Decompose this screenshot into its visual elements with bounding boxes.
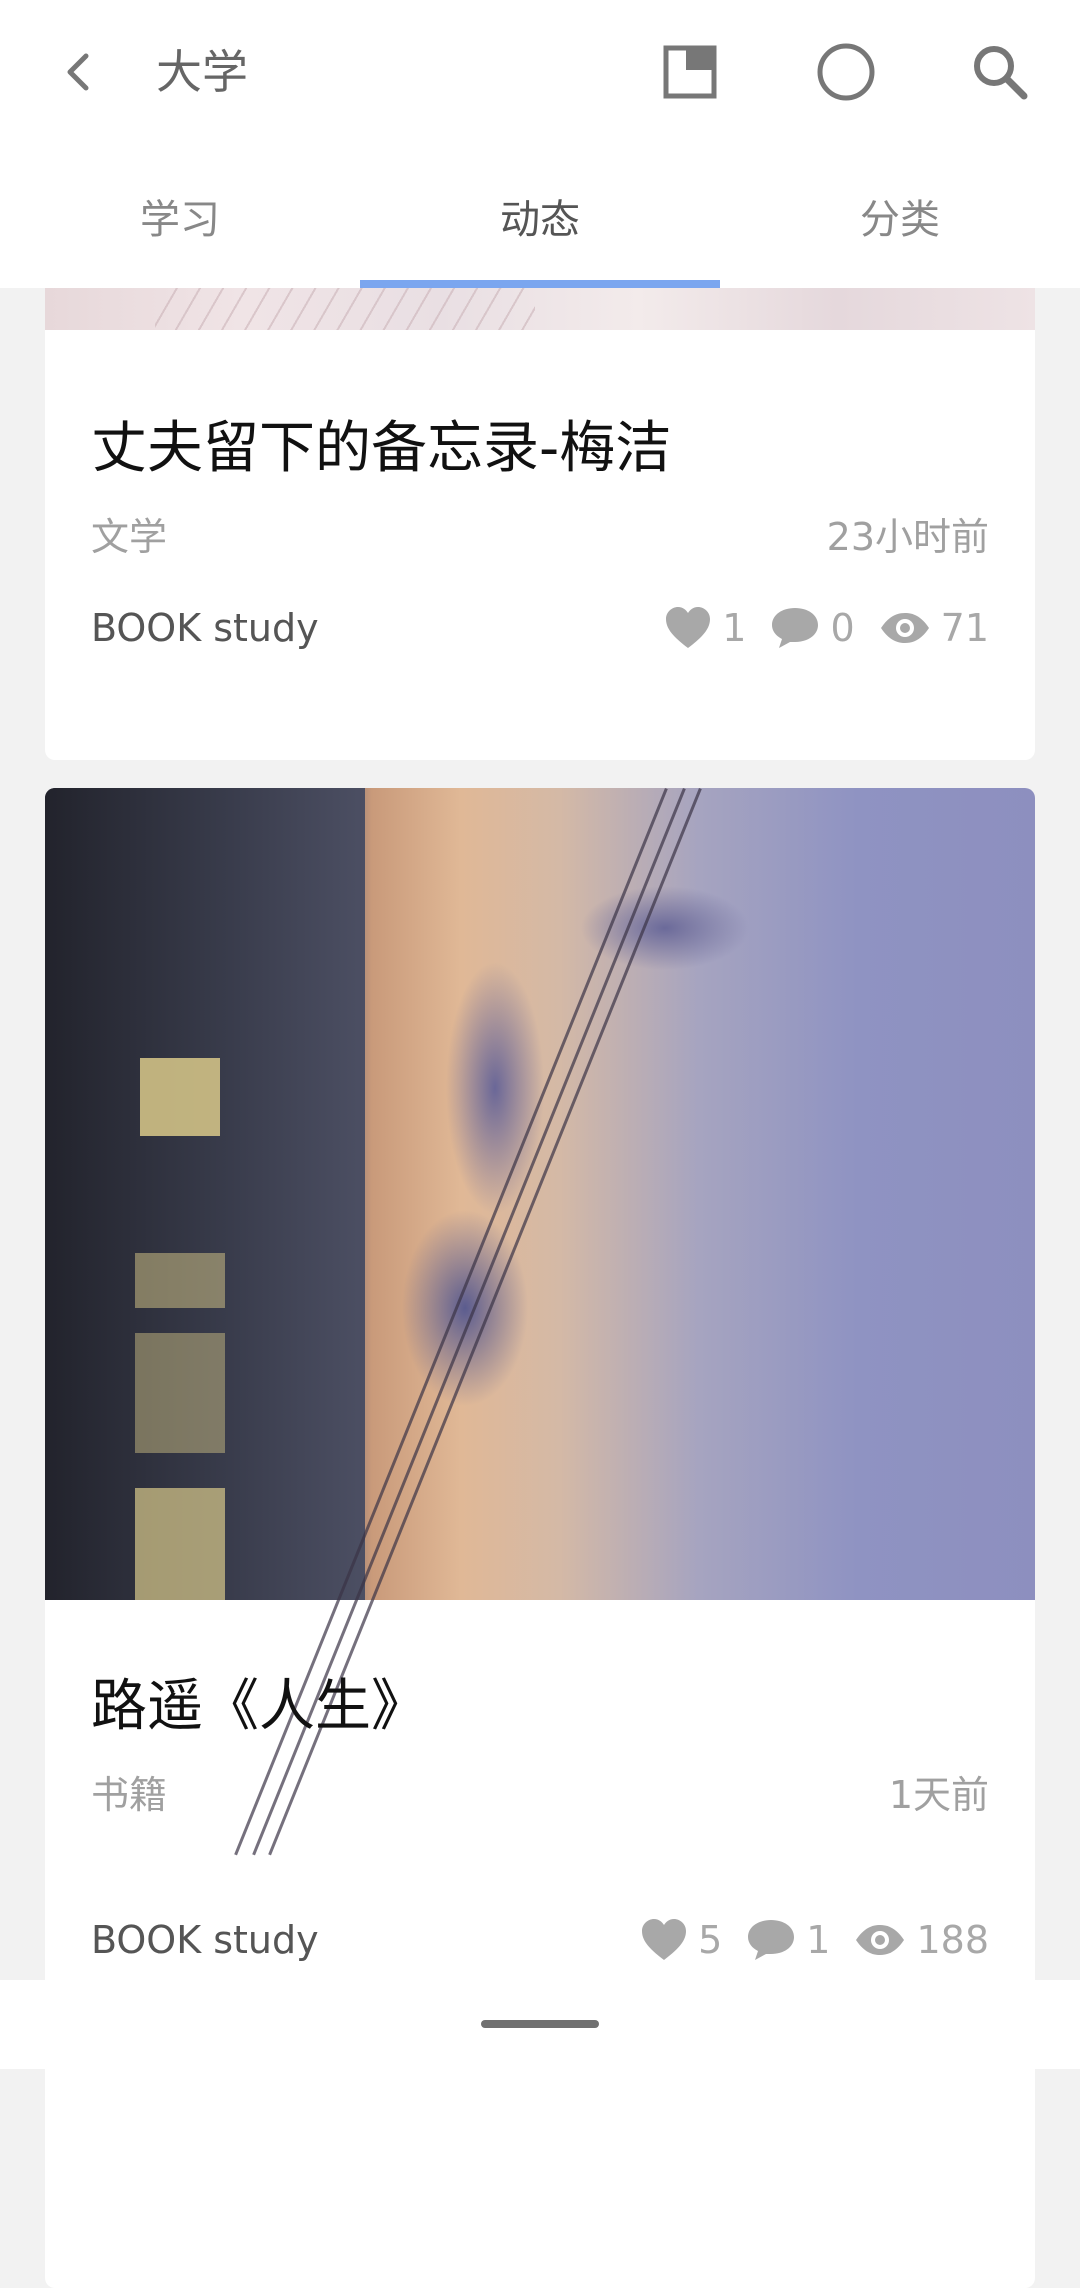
tab-category[interactable]: 分类: [720, 170, 1080, 288]
heart-icon: [642, 1919, 687, 1960]
like-button[interactable]: 5: [640, 1918, 722, 1962]
post-cover-image[interactable]: [45, 288, 1035, 330]
eye-icon: [856, 1925, 905, 1955]
search-icon[interactable]: [966, 38, 1034, 106]
comment-count: 1: [806, 1918, 831, 1962]
post-category[interactable]: 书籍: [91, 1770, 167, 1820]
view-stat: 71: [879, 606, 989, 650]
circle-icon[interactable]: [812, 38, 880, 106]
navigation-bar: [0, 1980, 1080, 2069]
post-time: 23小时前: [826, 515, 989, 559]
comment-icon: [772, 608, 819, 648]
back-arrow-icon[interactable]: [48, 40, 112, 104]
heart-icon: [666, 607, 711, 648]
comment-button[interactable]: 1: [746, 1918, 830, 1962]
post-card[interactable]: 丈夫留下的备忘录-梅洁 文学 23小时前 BOOK study 1 0 71: [45, 288, 1035, 760]
post-category[interactable]: 文学: [91, 512, 167, 562]
post-cover-image[interactable]: [45, 788, 1035, 1856]
tab-bar: 学习 动态 分类: [0, 170, 1080, 288]
comment-icon: [748, 1920, 795, 1960]
like-count: 5: [698, 1918, 723, 1962]
view-count: 188: [916, 1918, 989, 1962]
cover-window-shape: [135, 1253, 225, 1308]
view-count: 71: [940, 606, 989, 650]
app-bar: 大学 学习 动态 分类: [0, 0, 1080, 288]
eye-icon: [880, 613, 929, 643]
cover-building-shape: [45, 788, 365, 1600]
window-icon[interactable]: [656, 38, 724, 106]
tab-feed[interactable]: 动态: [360, 170, 720, 288]
tab-study[interactable]: 学习: [0, 170, 360, 288]
post-author[interactable]: BOOK study: [91, 1918, 319, 1962]
cover-window-shape: [135, 1333, 225, 1453]
home-gesture-handle[interactable]: [481, 2020, 599, 2028]
post-time: 1天前: [888, 1773, 989, 1817]
comment-button[interactable]: 0: [770, 606, 855, 650]
comment-count: 0: [830, 606, 855, 650]
view-stat: 188: [854, 1918, 989, 1962]
post-title[interactable]: 丈夫留下的备忘录-梅洁: [91, 414, 989, 484]
page-title: 大学: [156, 45, 248, 99]
like-count: 1: [722, 606, 747, 650]
cover-window-shape: [140, 1058, 220, 1136]
like-button[interactable]: 1: [664, 606, 746, 650]
cover-window-shape: [135, 1488, 225, 1600]
post-author[interactable]: BOOK study: [91, 606, 319, 650]
post-title[interactable]: 路遥《人生》: [91, 1672, 989, 1742]
